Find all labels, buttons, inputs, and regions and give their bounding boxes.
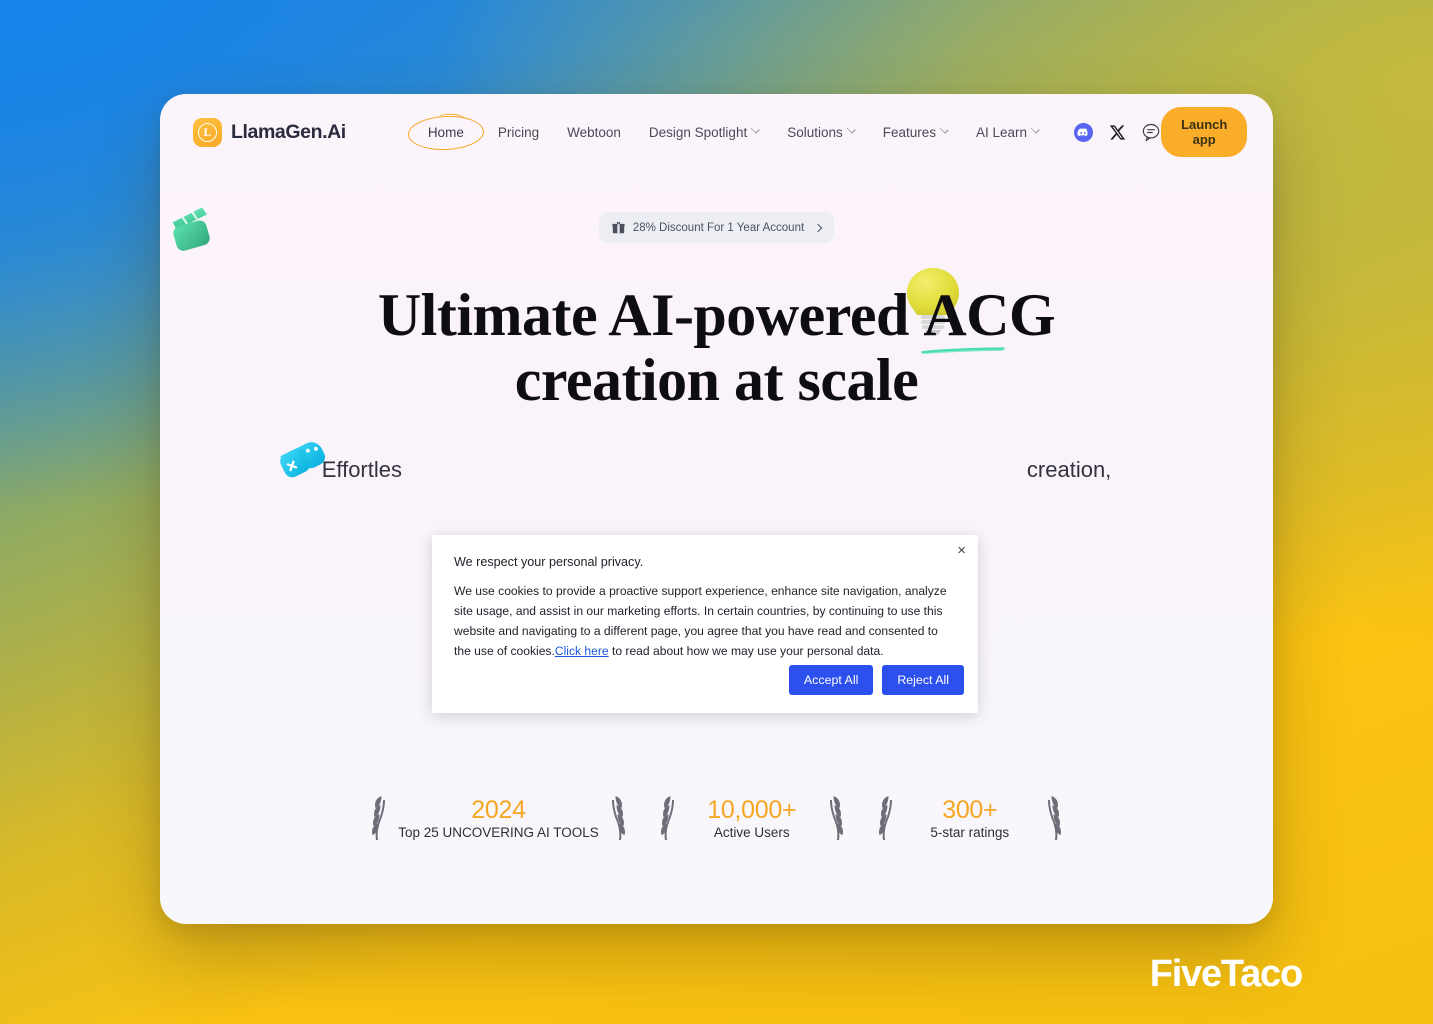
- chevron-down-icon: [939, 124, 949, 134]
- nav-item-webtoon[interactable]: Webtoon: [553, 117, 635, 148]
- hero-title-highlight: ACG: [921, 282, 1056, 354]
- hero-subtitle-right: creation,: [1026, 456, 1112, 482]
- social-links: [1073, 122, 1161, 142]
- stat-label: Active Users: [713, 825, 790, 841]
- brand-logo[interactable]: L LlamaGen.Ai: [193, 117, 346, 147]
- underline-swoosh-icon: [921, 347, 1006, 354]
- hero-title-line1-pre: Ultimate AI-powered: [377, 282, 924, 348]
- stat-label: Top 25 UNCOVERING AI TOOLS: [398, 825, 599, 841]
- cookie-dialog-actions: Accept All Reject All: [788, 665, 964, 695]
- stat-item: 300+ 5-star ratings: [875, 794, 1065, 842]
- nav-item-solutions[interactable]: Solutions: [773, 117, 869, 148]
- brand-mark-letter: L: [198, 122, 217, 142]
- laurel-wreath-icon: [660, 796, 674, 840]
- cookie-consent-dialog: × We respect your personal privacy. We u…: [432, 535, 978, 713]
- chevron-right-icon: [813, 223, 823, 232]
- stat-item: 2024 Top 25 UNCOVERING AI TOOLS: [368, 794, 629, 842]
- hero-section: 28% Discount For 1 Year Account Ultimate…: [160, 212, 1273, 487]
- nav-item-label: Webtoon: [567, 124, 621, 140]
- stat-value: 2024: [471, 795, 526, 824]
- discount-text: 28% Discount For 1 Year Account: [632, 221, 805, 234]
- stat-value: 300+: [942, 795, 998, 824]
- nav-item-label: AI Learn: [976, 124, 1028, 140]
- discount-banner[interactable]: 28% Discount For 1 Year Account: [598, 212, 835, 243]
- chevron-down-icon: [1030, 124, 1040, 134]
- cookie-body-text-tail: to read about how we may use your person…: [608, 644, 884, 659]
- cookie-dialog-heading: We respect your personal privacy.: [454, 555, 644, 569]
- nav-item-label: Design Spotlight: [648, 124, 748, 140]
- nav-item-label: Solutions: [787, 124, 843, 140]
- hero-title-line2: creation at scale: [514, 346, 919, 413]
- main-navigation: Home Pricing Webtoon Design Spotlight So…: [407, 113, 1053, 152]
- chevron-down-icon: [750, 124, 760, 134]
- hero-subtitle-left: Effortles: [321, 456, 402, 482]
- chat-bubble-icon[interactable]: [1141, 122, 1161, 142]
- gift-icon: [612, 221, 625, 234]
- fivetaco-watermark: FiveTaco: [1149, 953, 1304, 995]
- chevron-down-icon: [846, 124, 856, 134]
- nav-item-ai-learn[interactable]: AI Learn: [962, 117, 1053, 148]
- cookie-policy-link[interactable]: Click here: [555, 644, 609, 658]
- nav-item-pricing[interactable]: Pricing: [484, 117, 553, 148]
- nav-item-label: Home: [427, 124, 464, 140]
- nav-item-label: Features: [882, 124, 937, 140]
- accept-all-button[interactable]: Accept All: [788, 665, 874, 695]
- laurel-wreath-icon: [829, 796, 843, 840]
- nav-item-home[interactable]: Home: [407, 113, 485, 152]
- website-card: L LlamaGen.Ai Home Pricing Webtoon Desig…: [160, 94, 1273, 924]
- hero-title-acg: ACG: [923, 282, 1056, 348]
- page-background: L LlamaGen.Ai Home Pricing Webtoon Desig…: [0, 0, 1433, 1024]
- brand-name: LlamaGen.Ai: [231, 120, 346, 143]
- close-icon[interactable]: ×: [957, 543, 966, 558]
- x-twitter-icon[interactable]: [1107, 122, 1127, 142]
- reject-all-button[interactable]: Reject All: [882, 665, 964, 695]
- launch-app-button[interactable]: Launch app: [1161, 107, 1248, 157]
- laurel-wreath-icon: [878, 796, 892, 840]
- llamagen-logo-icon: L: [193, 117, 222, 147]
- cookie-dialog-body: We use cookies to provide a proactive su…: [454, 581, 956, 661]
- nav-item-features[interactable]: Features: [869, 117, 962, 148]
- laurel-wreath-icon: [372, 796, 386, 840]
- stat-value: 10,000+: [707, 795, 797, 824]
- page-title: Ultimate AI-powered ACG creation at scal…: [160, 283, 1273, 413]
- discord-icon[interactable]: [1073, 122, 1093, 142]
- laurel-wreath-icon: [611, 796, 625, 840]
- nav-item-design-spotlight[interactable]: Design Spotlight: [635, 117, 773, 148]
- stats-row: 2024 Top 25 UNCOVERING AI TOOLS 10,000+ …: [160, 794, 1273, 842]
- site-header: L LlamaGen.Ai Home Pricing Webtoon Desig…: [160, 94, 1273, 170]
- stat-item: 10,000+ Active Users: [657, 794, 847, 842]
- laurel-wreath-icon: [1047, 796, 1061, 840]
- stat-label: 5-star ratings: [930, 825, 1010, 841]
- hero-subtitle: Effortlessly produce high quality anime …: [322, 453, 1112, 487]
- nav-item-label: Pricing: [497, 124, 540, 140]
